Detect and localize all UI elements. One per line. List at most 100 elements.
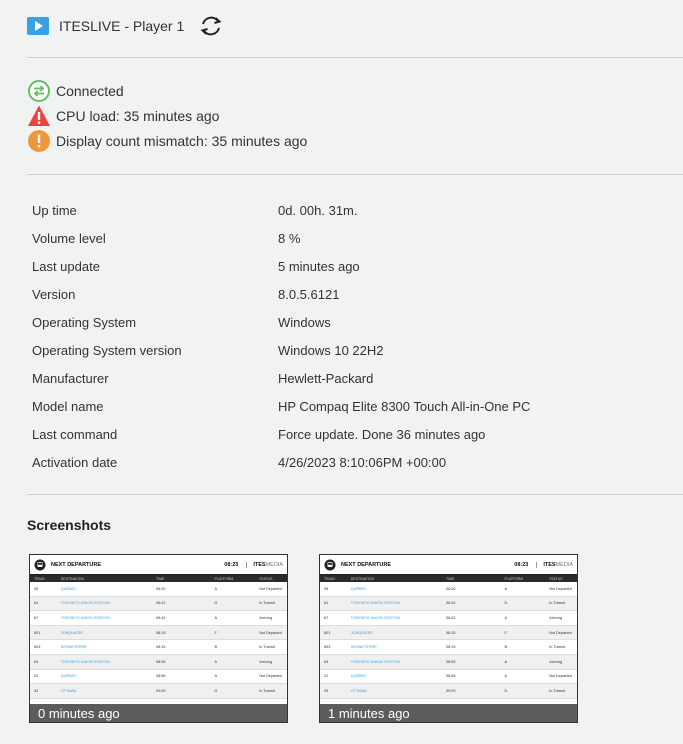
info-value: Hewlett-Packard: [278, 370, 374, 386]
screenshot-thumbnail[interactable]: NEXT DEPARTURE 08:23 ITESMEDIA TRAIN DESTINA…: [319, 554, 578, 723]
board-row: 33 OTTAWA 09:00 D In Transit: [30, 684, 287, 699]
board-cell: QUÉBEC: [60, 674, 77, 679]
board-row: 63 TORONTO UNION STATION 08:55 A Arriving: [30, 654, 287, 670]
refresh-icon[interactable]: [198, 13, 224, 39]
info-value: 8.0.5.6121: [278, 286, 340, 302]
screenshot-caption: 1 minutes ago: [320, 704, 577, 722]
info-row: Operating System Windows: [32, 308, 530, 336]
board-header: NEXT DEPARTURE 08:23 ITESMEDIA: [320, 555, 577, 575]
divider: [27, 174, 683, 175]
brand-ites: ITES: [543, 561, 556, 568]
board-cell: B: [504, 645, 508, 650]
board-cell: In Transit: [259, 645, 275, 650]
board-column-header: PLATFORM: [504, 576, 524, 581]
info-table: Up time 0d. 00h. 31m. Volume level 8 % Last …: [32, 196, 530, 476]
info-value: Windows 10 22H2: [278, 342, 384, 358]
status-text: CPU load: 35 minutes ago: [56, 107, 220, 124]
info-row: Manufacturer Hewlett-Packard: [32, 364, 530, 392]
info-label: Model name: [32, 398, 104, 414]
board-columns: TRAIN DESTINATION TIME PLATFORM STATUS: [30, 575, 287, 582]
board-cell: 08:56: [446, 674, 456, 679]
board-cell: TORONTO UNION STATION: [350, 615, 400, 620]
board-column-header: DESTINATION: [60, 576, 85, 581]
board-cell: In Transit: [259, 688, 275, 693]
info-row: Volume level 8 %: [32, 224, 530, 252]
board-cell: JONQUIÈRE: [350, 630, 373, 635]
warning-icon: [28, 105, 50, 126]
board-cell: SENNETERRE: [350, 645, 377, 650]
board-cell: 63: [34, 659, 39, 664]
info-row: Model name HP Compaq Elite 8300 Touch All…: [32, 392, 530, 420]
board-cell: 33: [34, 688, 39, 693]
info-label: Up time: [32, 202, 77, 218]
info-row: Last command Force update. Done 36 minute…: [32, 420, 530, 448]
board-brand: ITESMEDIA: [536, 561, 573, 568]
board-header: NEXT DEPARTURE 08:23 ITESMEDIA: [30, 555, 287, 575]
board-row: 63 TORONTO UNION STATION 08:55 A Arriving: [320, 654, 577, 670]
board-cell: 08:15: [156, 630, 166, 635]
board-row: 35 QUÉBEC 06:20 A Not Departed: [320, 582, 577, 597]
board-cell: 601: [34, 630, 41, 635]
board-row: 22 QUÉBEC 08:56 A Not Departed: [30, 670, 287, 685]
board-cell: A: [214, 659, 218, 664]
board-column-header: STATUS: [259, 576, 273, 581]
board-row: 22 QUÉBEC 08:56 A Not Departed: [320, 670, 577, 685]
board-cell: A: [504, 674, 508, 679]
connected-icon: [28, 79, 50, 102]
board-cell: 08:15: [156, 645, 166, 650]
board-title: NEXT DEPARTURE: [51, 561, 102, 568]
board-cell: Not Departed: [259, 630, 282, 635]
screenshot-thumbnail[interactable]: NEXT DEPARTURE 08:23 ITESMEDIA TRAIN DESTINA…: [29, 554, 288, 723]
info-value: Force update. Done 36 minutes ago: [278, 426, 486, 442]
status-text: Connected: [56, 82, 124, 99]
board-cell: In Transit: [549, 688, 565, 693]
board-row: 603 SENNETERRE 08:15 B In Transit: [320, 640, 577, 655]
board-cell: TORONTO UNION STATION: [350, 659, 400, 664]
board-column-header: TRAIN: [34, 576, 45, 581]
board-rows: 35 QUÉBEC 06:20 A Not Departed 61 TORONTO UNIO…: [320, 582, 577, 699]
board-cell: Not Departed: [259, 674, 282, 679]
player-title: ITESLIVE - Player 1: [59, 18, 185, 34]
board-cell: A: [504, 586, 508, 591]
board-cell: Not Departed: [549, 674, 572, 679]
train-icon: [324, 559, 336, 570]
status-connected: Connected: [27, 78, 307, 103]
board-rows: 35 QUÉBEC 06:20 A Not Departed 61 TORONTO UNIO…: [30, 582, 287, 699]
info-value: 4/26/2023 8:10:06PM +00:00: [278, 454, 447, 470]
board-cell: 22: [324, 674, 329, 679]
board-cell: In Transit: [549, 601, 565, 606]
board-cell: 63: [324, 659, 329, 664]
board-cell: 08:15: [446, 630, 456, 635]
board-cell: A: [214, 615, 218, 620]
board-cell: D: [504, 688, 508, 693]
board-cell: TORONTO UNION STATION: [60, 659, 110, 664]
board-column-header: STATUS: [549, 576, 563, 581]
board-row: 601 JONQUIÈRE 08:15 F Not Departed: [30, 625, 287, 641]
board-cell: TORONTO UNION STATION: [350, 601, 400, 606]
divider: [27, 57, 683, 58]
brand-media: MEDIA: [265, 561, 283, 568]
board-cell: F: [504, 630, 507, 635]
board-cell: SENNETERRE: [60, 645, 87, 650]
screenshot-caption: 0 minutes ago: [30, 704, 287, 722]
board-column-header: TIME: [156, 576, 165, 581]
board-cell: In Transit: [549, 645, 565, 650]
board-row: 603 SENNETERRE 08:15 B In Transit: [30, 640, 287, 655]
board-cell: 22: [34, 674, 39, 679]
status-display-mismatch: Display count mismatch: 35 minutes ago: [27, 128, 307, 153]
board-cell: Not Departed: [259, 586, 282, 591]
board-row: 35 QUÉBEC 06:20 A Not Departed: [30, 582, 287, 597]
info-row: Last update 5 minutes ago: [32, 252, 530, 280]
board-cell: 06:42: [446, 601, 456, 606]
player-header: ITESLIVE - Player 1: [27, 12, 224, 40]
board-row: 67 TORONTO UNION STATION 06:42 A Arriving: [30, 611, 287, 626]
brand-ites: ITES: [253, 561, 266, 568]
board-cell: F: [214, 630, 217, 635]
screenshots-title: Screenshots: [27, 517, 112, 533]
board-cell: Arriving: [259, 615, 273, 620]
board-column-header: TRAIN: [324, 576, 335, 581]
board-cell: 06:42: [446, 615, 456, 620]
board-title: NEXT DEPARTURE: [341, 561, 392, 568]
info-label: Activation date: [32, 454, 118, 470]
board-columns: TRAIN DESTINATION TIME PLATFORM STATUS: [320, 575, 577, 582]
